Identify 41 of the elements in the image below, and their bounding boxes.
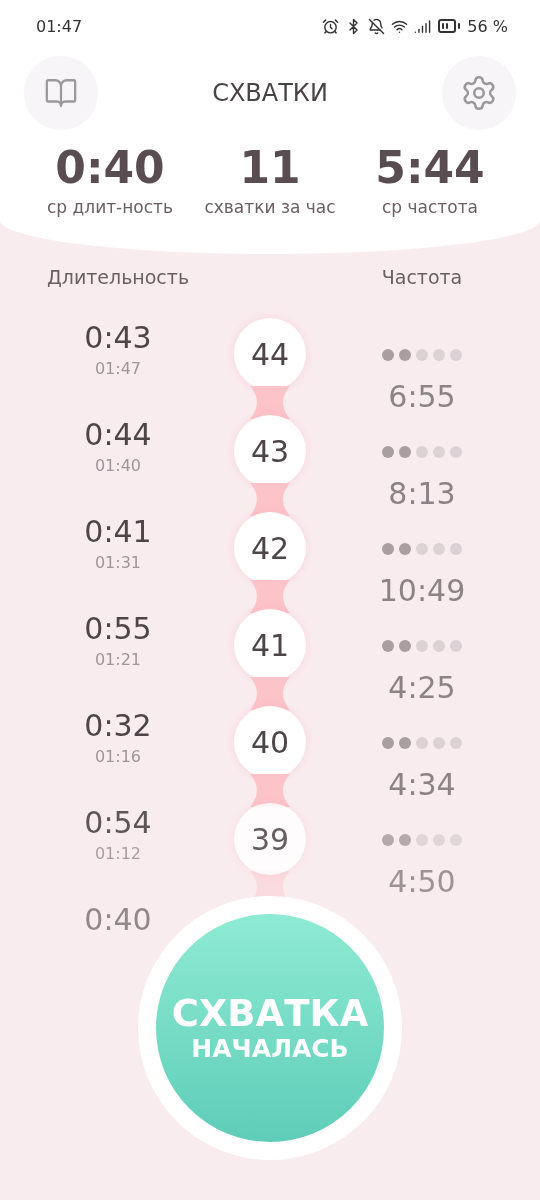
signal-icon (414, 17, 432, 35)
contraction-interval: 4:34 (388, 766, 456, 804)
contraction-start-time: 01:12 (94, 843, 142, 865)
contraction-start-time: 01:40 (94, 455, 142, 477)
column-heading: Длительность (45, 266, 191, 288)
stat-label: ср длит-ность (46, 196, 174, 218)
contraction-duration: 0:40 (84, 901, 152, 939)
contraction-interval: 4:50 (388, 863, 456, 901)
screen-title: СХВАТКИ (212, 79, 328, 107)
contraction-duration: 0:43 (84, 319, 152, 357)
contraction-interval: 4:25 (388, 669, 456, 707)
stat-value: 11 (239, 141, 301, 195)
contraction-duration: 0:32 (84, 707, 152, 745)
stat-label: схватки за час (203, 196, 337, 218)
status-time: 01:47 (36, 16, 83, 36)
stat-value: 5:44 (375, 141, 485, 195)
battery-percent: 56 % (467, 16, 508, 36)
contraction-duration: 0:54 (84, 804, 152, 842)
contraction-duration: 0:41 (84, 513, 152, 551)
connector-shape (250, 580, 290, 613)
contraction-start-time: 01:16 (94, 746, 142, 768)
column-heading: Частота (380, 266, 464, 288)
book-icon (44, 76, 78, 110)
contraction-start-time: 01:21 (94, 649, 142, 671)
contraction-duration: 0:44 (84, 416, 152, 454)
contraction-start-time: 01:47 (94, 358, 142, 380)
contraction-interval: 10:49 (378, 572, 466, 610)
contraction-number[interactable]: 39 (234, 803, 306, 875)
contraction-interval: 8:13 (388, 475, 456, 513)
connector-shape (250, 677, 290, 710)
bell-off-icon (368, 17, 386, 35)
contraction-duration: 0:55 (84, 610, 152, 648)
settings-icon (460, 74, 498, 112)
stat-value: 0:40 (55, 141, 165, 195)
contraction-start-time: 01:31 (94, 552, 142, 574)
connector-shape (250, 483, 290, 516)
contraction-interval: 6:55 (388, 378, 456, 416)
alarm-icon (322, 17, 340, 35)
connector-shape (250, 774, 290, 807)
connector-shape (250, 386, 290, 419)
stat-label: ср частота (381, 196, 479, 218)
